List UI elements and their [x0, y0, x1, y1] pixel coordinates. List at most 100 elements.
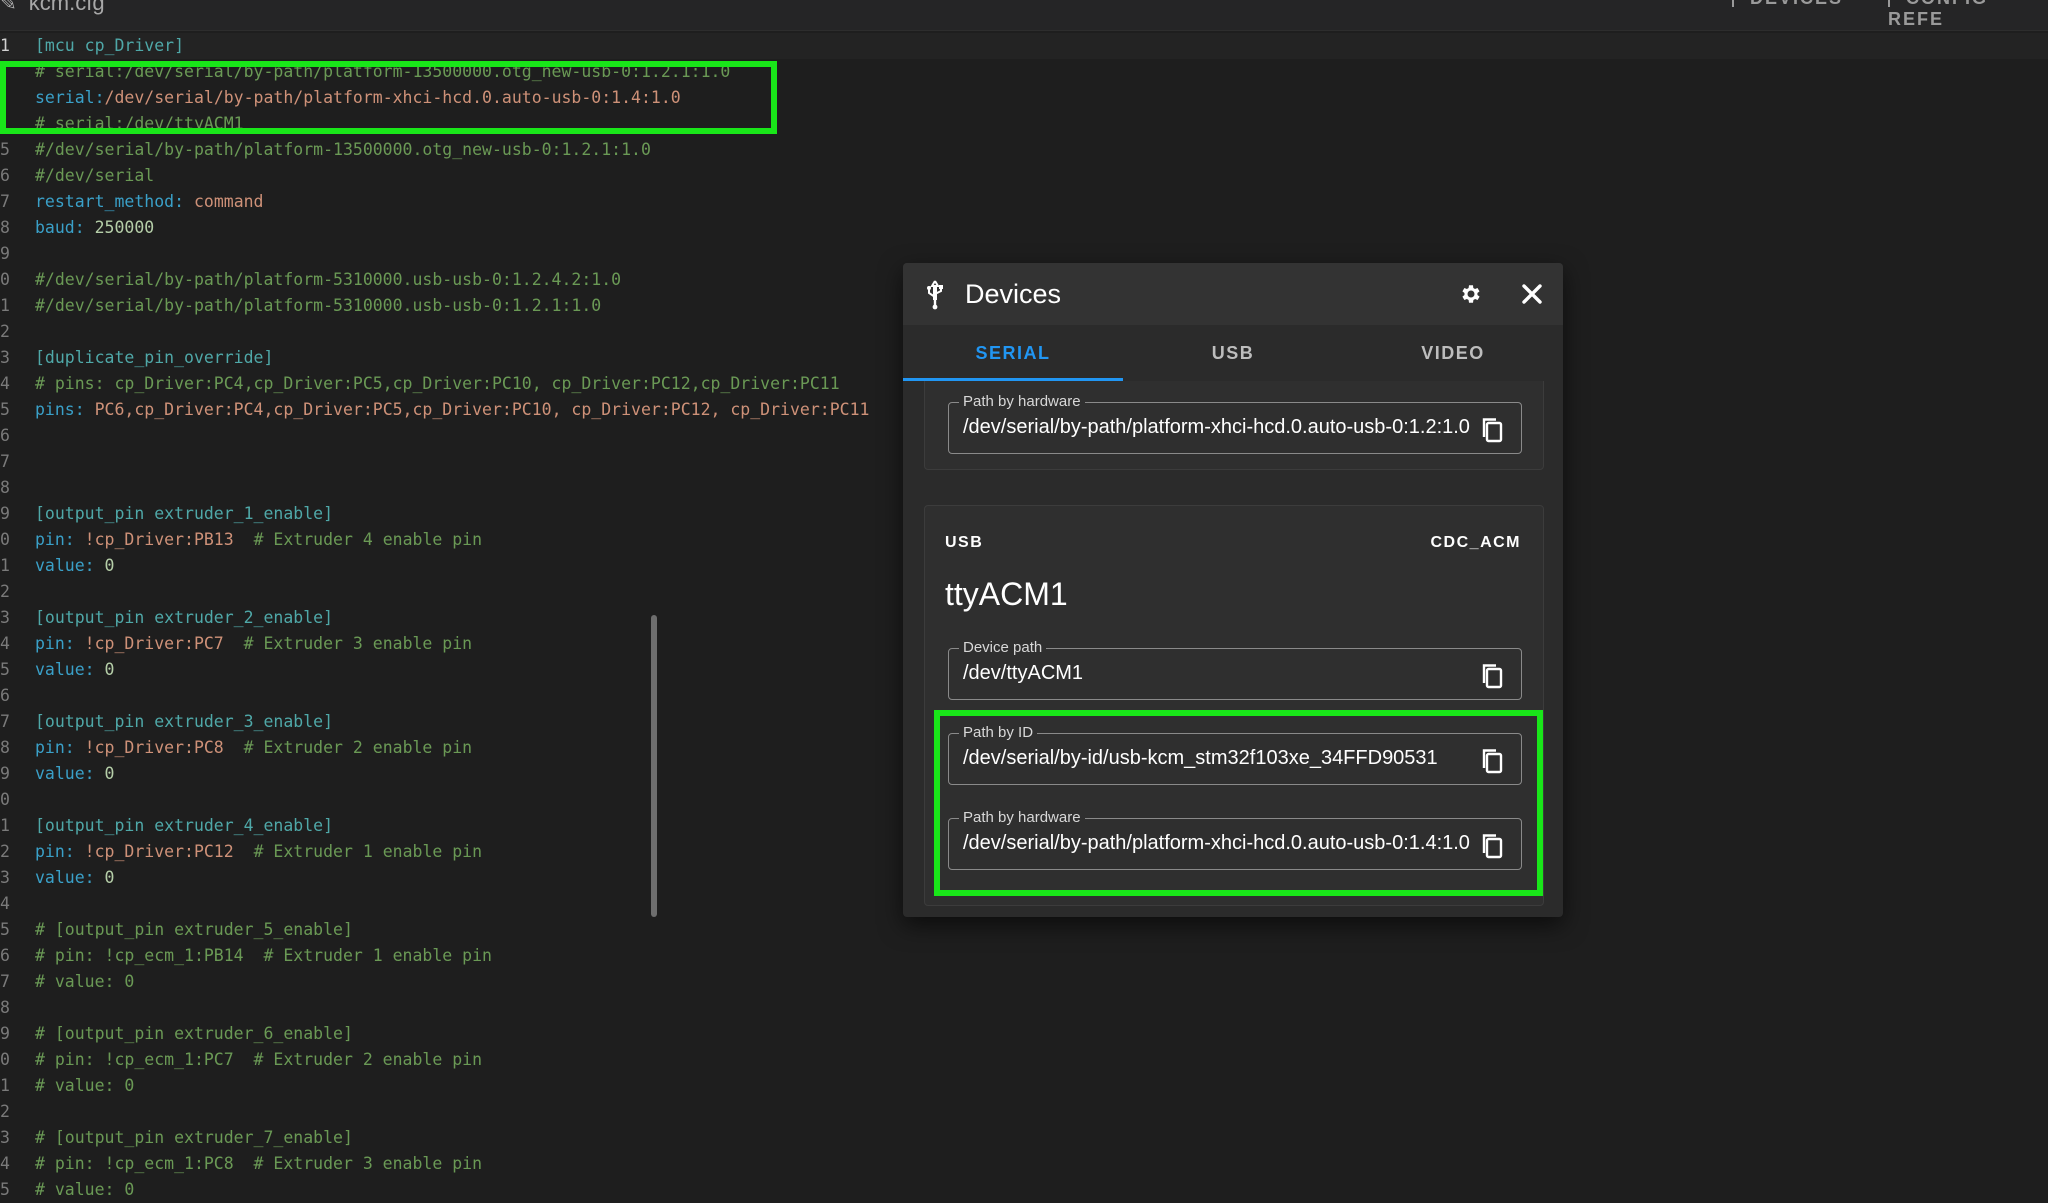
token-comment: #/dev/serial/by-path/platform-13500000.o…	[35, 140, 651, 159]
device-list-scrollbar[interactable]	[651, 615, 657, 917]
line-number: 8	[0, 998, 10, 1017]
line-code: # [output_pin extruder_6_enable]	[35, 1021, 353, 1047]
code-line[interactable]: 8 baud: 250000	[0, 215, 2048, 241]
line-code: #/dev/serial/by-path/platform-5310000.us…	[35, 267, 621, 293]
line-number: 0	[0, 270, 10, 289]
usb-icon	[927, 280, 943, 310]
line-code: [output_pin extruder_2_enable]	[35, 605, 333, 631]
line-number: 2	[0, 1102, 10, 1121]
path-by-hardware-field: Path by hardware /dev/serial/by-path/pla…	[948, 393, 1522, 454]
devices-panel-title: Devices	[965, 279, 1062, 309]
line-number: 0	[0, 1050, 10, 1069]
gear-icon[interactable]	[1459, 282, 1483, 306]
token-comment: # pins: cp_Driver:PC4,cp_Driver:PC5,cp_D…	[35, 374, 840, 393]
code-line[interactable]: 0 # pin: !cp_ecm_1:PC7 # Extruder 2 enabl…	[0, 1047, 2048, 1073]
line-code: # pin: !cp_ecm_1:PC8 # Extruder 3 enable…	[35, 1151, 482, 1177]
line-code: [mcu cp_Driver]	[35, 33, 184, 59]
line-number: 9	[0, 764, 10, 783]
devices-button[interactable]: DEVICES	[1732, 0, 1843, 9]
field-value[interactable]: /dev/ttyACM1	[963, 661, 1473, 685]
token-num: 0	[104, 764, 115, 783]
token-comment: # value: 0	[35, 972, 135, 991]
token-key: pin:	[35, 634, 85, 653]
token-section: [output_pin extruder_4_enable]	[35, 816, 334, 835]
line-code: pin: !cp_Driver:PC7 # Extruder 3 enable …	[35, 631, 472, 657]
line-number: 9	[0, 504, 10, 523]
top-bar: ✎ kcm.cfg DEVICES CONFIG REFE	[0, 0, 2048, 31]
token-key: baud:	[35, 218, 95, 237]
line-number: 5	[0, 140, 10, 159]
token-comment: # [output_pin extruder_5_enable]	[35, 920, 353, 939]
line-number: 4	[0, 1154, 10, 1173]
code-line[interactable]: 2	[0, 1099, 2048, 1125]
line-number: 6	[0, 426, 10, 445]
token-comment: #/dev/serial/by-path/platform-5310000.us…	[35, 270, 622, 289]
token-val: !cp_Driver:PC7	[84, 634, 244, 653]
tab-serial[interactable]: SERIAL	[903, 325, 1123, 381]
code-line[interactable]: 4 # pin: !cp_ecm_1:PC8 # Extruder 3 enabl…	[0, 1151, 2048, 1177]
code-line[interactable]: 7 restart_method: command	[0, 189, 2048, 215]
line-code: pins: PC6,cp_Driver:PC4,cp_Driver:PC5,cp…	[35, 397, 869, 423]
code-line[interactable]: 1 # value: 0	[0, 1073, 2048, 1099]
line-number: 8	[0, 738, 10, 757]
line-number: 5	[0, 920, 10, 939]
line-number: 5	[0, 660, 10, 679]
line-code: value: 0	[35, 761, 114, 787]
copy-icon[interactable]	[1479, 416, 1507, 444]
code-line[interactable]: 6 #/dev/serial	[0, 163, 2048, 189]
device-card-previous: Path by hardware /dev/serial/by-path/pla…	[924, 381, 1544, 470]
file-name: kcm.cfg	[28, 0, 105, 15]
line-number: 8	[0, 478, 10, 497]
field-label: Path by hardware	[959, 393, 1085, 411]
token-comment: # pin: !cp_ecm_1:PC7 # Extruder 2 enable…	[35, 1050, 483, 1069]
token-comment: # [output_pin extruder_6_enable]	[35, 1024, 353, 1043]
line-number: 3	[0, 348, 10, 367]
line-code: # pin: !cp_ecm_1:PC7 # Extruder 2 enable…	[35, 1047, 482, 1073]
line-number: 7	[0, 712, 10, 731]
token-comment: # Extruder 3 enable pin	[243, 634, 473, 653]
line-code: # value: 0	[35, 1177, 134, 1203]
line-code: #/dev/serial/by-path/platform-5310000.us…	[35, 293, 601, 319]
line-number: 5	[0, 400, 10, 419]
token-key: pin:	[35, 530, 85, 549]
token-section: [output_pin extruder_1_enable]	[35, 504, 334, 523]
token-comment: # [output_pin extruder_7_enable]	[35, 1128, 353, 1147]
token-comment: # value: 0	[35, 1180, 135, 1199]
line-number: 2	[0, 582, 10, 601]
code-line[interactable]: 5 # value: 0	[0, 1177, 2048, 1203]
line-number: 4	[0, 374, 10, 393]
token-val: !cp_Driver:PC12	[84, 842, 254, 861]
token-section: [duplicate_pin_override]	[35, 348, 274, 367]
field-value[interactable]: /dev/serial/by-path/platform-xhci-hcd.0.…	[963, 415, 1473, 439]
code-line[interactable]: 1 [mcu cp_Driver]	[0, 33, 2048, 59]
code-line[interactable]: 3 # [output_pin extruder_7_enable]	[0, 1125, 2048, 1151]
token-key: restart_method:	[35, 192, 194, 211]
token-comment: # pin: !cp_ecm_1:PB14 # Extruder 1 enabl…	[35, 946, 492, 965]
code-line[interactable]: 9 # [output_pin extruder_6_enable]	[0, 1021, 2048, 1047]
code-line[interactable]: 5 # [output_pin extruder_5_enable]	[0, 917, 2048, 943]
token-num: 0	[104, 868, 115, 887]
line-code: value: 0	[35, 657, 114, 683]
token-comment: #/dev/serial/by-path/platform-5310000.us…	[35, 296, 602, 315]
line-code: pin: !cp_Driver:PC8 # Extruder 2 enable …	[35, 735, 472, 761]
line-number: 2	[0, 842, 10, 861]
line-number: 5	[0, 1180, 10, 1199]
config-reference-button[interactable]: CONFIG REFE	[1888, 0, 2048, 30]
token-val: !cp_Driver:PB13	[84, 530, 254, 549]
line-code: [output_pin extruder_4_enable]	[35, 813, 333, 839]
tab-video[interactable]: VIDEO	[1343, 325, 1563, 381]
code-line[interactable]: 5 #/dev/serial/by-path/platform-13500000.…	[0, 137, 2048, 163]
code-line[interactable]: 8	[0, 995, 2048, 1021]
code-line[interactable]: 7 # value: 0	[0, 969, 2048, 995]
token-section: [output_pin extruder_2_enable]	[35, 608, 334, 627]
highlight-box-serial-lines	[0, 61, 777, 134]
close-icon[interactable]	[1520, 282, 1544, 306]
token-comment: # value: 0	[35, 1076, 135, 1095]
token-val: PC6,cp_Driver:PC4,cp_Driver:PC5,cp_Drive…	[94, 400, 870, 419]
device-driver-label: CDC_ACM	[1430, 534, 1521, 551]
token-num: 250000	[94, 218, 155, 237]
tab-usb[interactable]: USB	[1123, 325, 1343, 381]
code-line[interactable]: 6 # pin: !cp_ecm_1:PB14 # Extruder 1 enab…	[0, 943, 2048, 969]
copy-icon[interactable]	[1479, 662, 1507, 690]
token-key: pin:	[35, 842, 85, 861]
